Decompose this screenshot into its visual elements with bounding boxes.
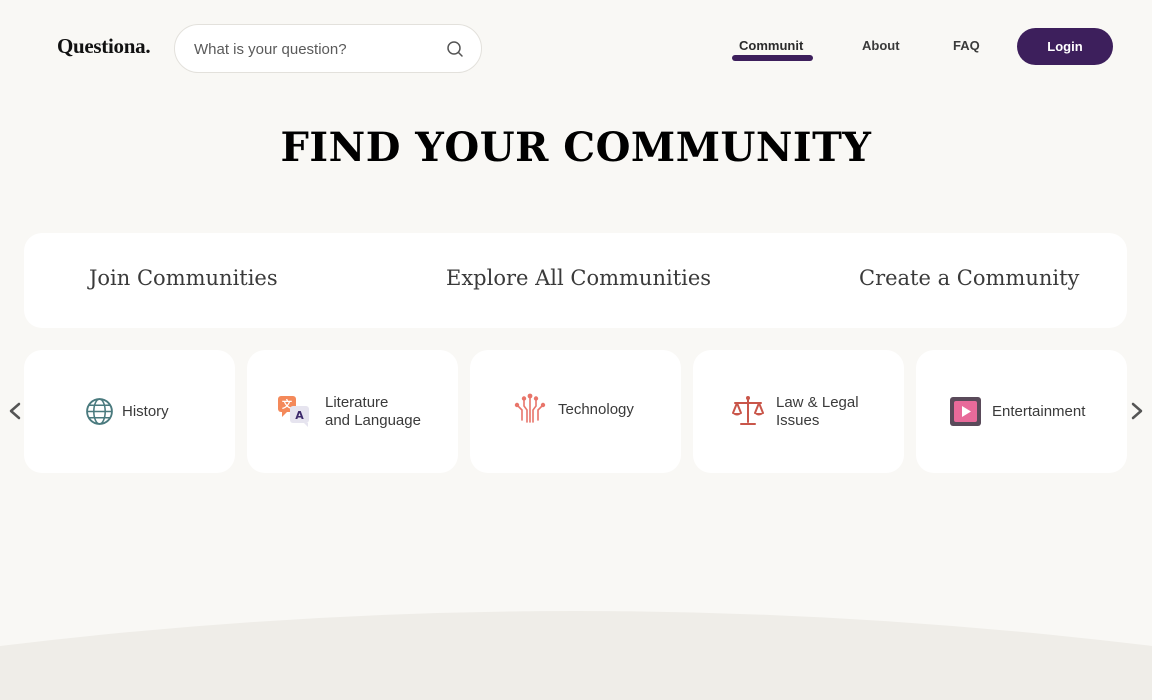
footer-curve <box>0 611 1152 700</box>
translate-icon: 文 A <box>278 396 309 427</box>
nav-active-indicator <box>732 55 813 61</box>
search-icon[interactable] <box>445 39 465 59</box>
header: Questiona. Communit About FAQ Login <box>0 0 1152 96</box>
svg-text:A: A <box>295 409 304 422</box>
category-label: Technology <box>558 401 634 418</box>
community-actions-bar: Join Communities Explore All Communities… <box>24 233 1127 328</box>
category-label: Law & Legal Issues <box>776 394 859 429</box>
join-communities-link[interactable]: Join Communities <box>89 266 278 290</box>
scales-icon <box>732 396 764 425</box>
category-card-technology[interactable]: Technology <box>470 350 681 473</box>
nav-faq[interactable]: FAQ <box>953 38 980 53</box>
page-title: FIND YOUR COMMUNITY <box>280 124 872 171</box>
circuit-icon <box>514 393 546 423</box>
category-card-law[interactable]: Law & Legal Issues <box>693 350 904 473</box>
nav-community[interactable]: Communit <box>739 38 803 53</box>
category-label: History <box>122 403 169 420</box>
category-card-entertainment[interactable]: Entertainment <box>916 350 1127 473</box>
search-input[interactable] <box>194 37 434 61</box>
category-label: Entertainment <box>992 403 1086 420</box>
chevron-left-icon[interactable] <box>4 400 26 422</box>
globe-icon <box>86 398 113 425</box>
category-card-history[interactable]: History <box>24 350 235 473</box>
login-button[interactable]: Login <box>1017 28 1113 65</box>
play-icon <box>950 397 981 426</box>
category-label: Literature and Language <box>325 394 421 429</box>
chevron-right-icon[interactable] <box>1126 400 1148 422</box>
create-community-link[interactable]: Create a Community <box>859 266 1079 290</box>
explore-communities-link[interactable]: Explore All Communities <box>446 266 711 290</box>
search-box[interactable] <box>174 24 482 73</box>
category-card-literature[interactable]: 文 A Literature and Language <box>247 350 458 473</box>
logo[interactable]: Questiona. <box>57 34 151 59</box>
nav-about[interactable]: About <box>862 38 900 53</box>
